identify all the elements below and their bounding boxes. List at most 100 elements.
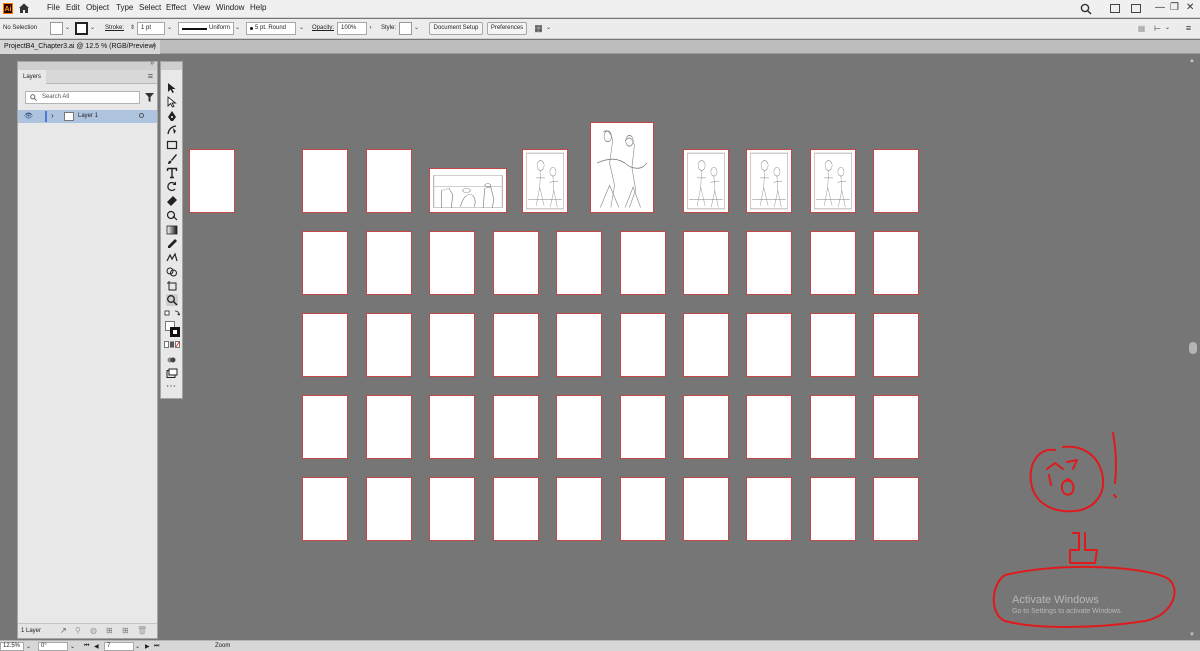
gradient-tool-icon[interactable] [166, 224, 178, 236]
arrange-icon[interactable]: ▦ [534, 22, 543, 35]
first-artboard-icon[interactable]: ⏮ [84, 643, 89, 650]
chevron-down-icon[interactable]: ⌄ [88, 22, 97, 35]
filter-icon[interactable] [145, 93, 154, 102]
chevron-down-icon[interactable]: ⌄ [297, 22, 306, 35]
graphic-style-swatch[interactable] [399, 22, 412, 35]
screen-mode-icon[interactable] [166, 368, 178, 380]
layers-search-input[interactable]: Search All [25, 91, 140, 104]
artboard-with-sketch[interactable] [522, 149, 568, 213]
panel-drag-strip[interactable]: » [18, 60, 157, 70]
layer-name[interactable]: Layer 1 [78, 113, 98, 119]
chevron-down-icon[interactable]: ⌄ [70, 643, 75, 650]
stroke-swatch[interactable] [75, 22, 88, 35]
brush-definition[interactable]: 5 pt. Round [246, 22, 296, 35]
trash-icon[interactable]: 🗑 [137, 626, 147, 635]
artboard[interactable] [366, 477, 412, 541]
curvature-tool-icon[interactable] [166, 124, 178, 136]
next-artboard-icon[interactable]: ▶ [145, 643, 150, 650]
artboard[interactable] [493, 313, 539, 377]
blend-tool-icon[interactable] [166, 252, 178, 264]
fill-swatch[interactable] [50, 22, 63, 35]
rotation-field[interactable]: 0° [38, 642, 68, 651]
menu-help[interactable]: Help [250, 3, 266, 12]
chevron-down-icon[interactable]: ⌄ [26, 643, 31, 650]
collapse-panel-icon[interactable]: » [150, 60, 154, 67]
layer-row[interactable]: 👁 › Layer 1 [18, 110, 157, 123]
pen-tool-icon[interactable] [166, 110, 178, 122]
artboard[interactable] [620, 395, 666, 459]
artboard-with-sketch[interactable] [429, 168, 507, 213]
artboard[interactable] [683, 395, 729, 459]
arrange-documents-icon[interactable] [1131, 4, 1141, 13]
stroke-weight-field[interactable]: 1 pt [137, 22, 165, 35]
toolbar-drag-strip[interactable] [161, 62, 182, 70]
default-fill-stroke-icon[interactable] [164, 310, 180, 318]
artboard[interactable] [683, 477, 729, 541]
free-transform-tool-icon[interactable] [166, 209, 178, 221]
artboard[interactable] [429, 231, 475, 295]
draw-mode-icon[interactable] [166, 354, 178, 366]
artboard[interactable] [873, 313, 919, 377]
artboard[interactable] [873, 395, 919, 459]
panel-menu-icon[interactable]: ≡ [1184, 22, 1193, 35]
artboard[interactable] [429, 313, 475, 377]
variable-width-profile[interactable]: Uniform [178, 22, 234, 35]
chevron-down-icon[interactable]: ⌄ [233, 22, 242, 35]
selection-tool-icon[interactable] [166, 82, 178, 94]
artboard[interactable] [429, 477, 475, 541]
chevron-down-icon[interactable]: ⌄ [544, 22, 553, 35]
layers-tab[interactable]: Layers [18, 70, 47, 84]
eyedropper-tool-icon[interactable] [166, 238, 178, 250]
menu-edit[interactable]: Edit [66, 3, 80, 12]
zoom-tool-icon[interactable] [166, 294, 178, 306]
stroke-label[interactable]: Stroke: [105, 25, 124, 31]
artboard[interactable] [429, 395, 475, 459]
artboard-with-sketch[interactable] [590, 122, 654, 213]
close-tab-icon[interactable]: × [152, 40, 156, 54]
chevron-down-icon[interactable]: ⌄ [135, 643, 140, 650]
artboard[interactable] [810, 395, 856, 459]
artboard[interactable] [366, 313, 412, 377]
type-tool-icon[interactable] [166, 167, 178, 179]
workspace-icon[interactable] [1110, 4, 1120, 13]
close-window-icon[interactable]: ✕ [1186, 3, 1194, 13]
vertical-scrollbar[interactable]: ▲ ▼ [1186, 54, 1200, 640]
menu-window[interactable]: Window [216, 3, 244, 12]
rotate-tool-icon[interactable] [166, 181, 178, 193]
chevron-down-icon[interactable]: ⌄ [165, 22, 174, 35]
panel-menu-icon[interactable]: ≡ [148, 71, 153, 81]
artboard[interactable] [810, 231, 856, 295]
artboard[interactable] [746, 477, 792, 541]
direct-selection-tool-icon[interactable] [166, 96, 178, 108]
visibility-eye-icon[interactable]: 👁 [24, 112, 33, 120]
scroll-down-icon[interactable]: ▼ [1189, 632, 1195, 638]
clipping-mask-icon[interactable]: ◍ [90, 626, 97, 635]
scroll-up-icon[interactable]: ▲ [1189, 58, 1195, 64]
artboard[interactable] [556, 313, 602, 377]
document-setup-button[interactable]: Document Setup [429, 22, 483, 35]
artboard[interactable] [556, 477, 602, 541]
paintbrush-tool-icon[interactable] [166, 153, 178, 165]
menu-object[interactable]: Object [86, 3, 109, 12]
align-grid-icon[interactable]: ▦ [1137, 22, 1146, 35]
artboard-with-sketch[interactable] [683, 149, 729, 213]
chevron-right-icon[interactable]: › [366, 22, 375, 35]
chevron-down-icon[interactable]: ⌄ [1163, 22, 1172, 35]
opacity-label[interactable]: Opacity: [312, 25, 334, 31]
artboard[interactable] [302, 231, 348, 295]
restore-icon[interactable]: ❐ [1170, 3, 1179, 13]
color-mode-icons[interactable] [164, 341, 180, 348]
home-icon[interactable] [18, 2, 30, 14]
artboard[interactable] [873, 231, 919, 295]
artboard-with-sketch[interactable] [810, 149, 856, 213]
artboard[interactable] [810, 313, 856, 377]
chevron-down-icon[interactable]: ⌄ [63, 22, 72, 35]
artboard[interactable] [620, 477, 666, 541]
menu-select[interactable]: Select [139, 3, 161, 12]
transform-icon[interactable]: ⊢ [1153, 22, 1162, 35]
stepper-icon[interactable]: ⇕ [128, 22, 137, 35]
eraser-tool-icon[interactable] [166, 195, 178, 207]
menu-effect[interactable]: Effect [166, 3, 186, 12]
preferences-button[interactable]: Preferences [487, 22, 527, 35]
shape-builder-tool-icon[interactable] [166, 266, 178, 278]
